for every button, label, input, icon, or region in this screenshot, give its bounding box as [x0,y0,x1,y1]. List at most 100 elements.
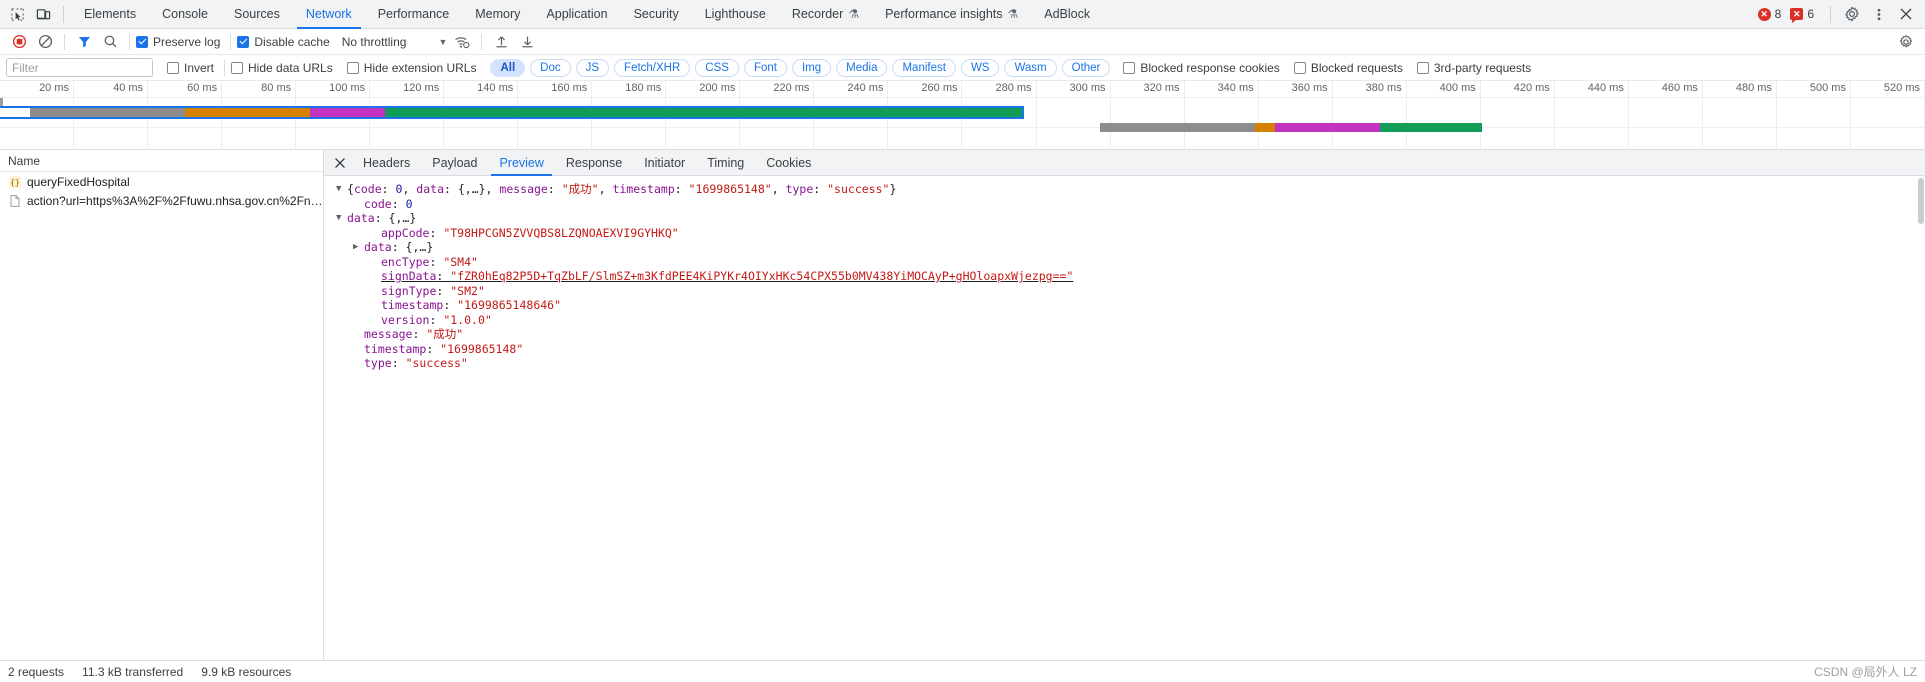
resource-filter-fetch-xhr[interactable]: Fetch/XHR [614,58,691,77]
export-har-icon[interactable] [514,30,540,54]
main-tab-performance[interactable]: Performance [365,0,463,29]
third-party-requests-checkbox[interactable]: 3rd-party requests [1416,60,1532,75]
timeline-tick: 460 ms [1629,81,1703,150]
main-tab-network[interactable]: Network [293,0,365,29]
toolbar-divider [64,33,65,50]
detail-tab-initiator[interactable]: Initiator [633,150,696,176]
json-punc: : {,…} [391,240,434,254]
resource-filter-img[interactable]: Img [791,58,832,77]
network-overview-timeline[interactable]: 20 ms 40 ms 60 ms 80 ms 100 ms 120 ms 140 ms 16… [0,81,1925,150]
record-button[interactable] [6,30,32,54]
timeline-tick-label: 220 ms [773,82,810,94]
resource-filter-media[interactable]: Media [836,58,888,77]
detail-tab-headers[interactable]: Headers [352,150,421,176]
json-disclosure-triangle[interactable] [336,182,347,197]
filter-funnel-icon[interactable] [71,30,97,54]
checkbox-box [167,61,179,74]
timeline-tick-label: 140 ms [477,82,514,94]
json-punc: , [598,182,613,196]
resource-filter-manifest[interactable]: Manifest [892,58,956,77]
main-tab-label: Application [546,6,608,21]
inspect-element-icon[interactable] [4,2,30,27]
timeline-tick: 420 ms [1481,81,1555,150]
network-conditions-icon[interactable] [449,30,475,54]
json-line-content: data: {,…} [364,240,433,255]
chevron-down-icon: ▼ [438,36,448,47]
json-line: message: "成功" [332,327,1925,342]
timeline-tick-label: 320 ms [1143,82,1180,94]
detail-tab-preview[interactable]: Preview [488,150,554,176]
request-row[interactable]: action?url=https%3A%2F%2Ffuwu.nhsa.gov.c… [0,191,323,210]
resource-filter-doc[interactable]: Doc [530,58,571,77]
network-settings-icon[interactable] [1893,30,1919,54]
import-har-icon[interactable] [488,30,514,54]
main-tab-adblock[interactable]: AdBlock [1031,0,1103,29]
blocked-response-cookies-checkbox[interactable]: Blocked response cookies [1123,61,1280,75]
timeline-tick: 320 ms [1111,81,1185,150]
main-tab-console[interactable]: Console [149,0,221,29]
json-key: code [364,196,392,211]
resource-filter-wasm[interactable]: Wasm [1004,58,1057,77]
blocked-requests-checkbox[interactable]: Blocked requests [1293,61,1403,75]
preserve-log-checkbox[interactable]: Preserve log [136,35,220,49]
main-tab-security[interactable]: Security [621,0,692,29]
json-key: version [381,312,430,327]
main-tab-sources[interactable]: Sources [221,0,293,29]
main-tab-performance-insights[interactable]: Performance insights ⚗ [872,0,1031,29]
resource-filter-ws[interactable]: WS [960,58,1000,77]
topbar-right-controls: ✕ 8 ✕ 6 [1757,2,1925,27]
detail-tab-response[interactable]: Response [555,150,633,176]
gear-icon[interactable] [1838,2,1865,27]
error-count-badge[interactable]: ✕ 8 [1757,7,1781,21]
timeline-segment [0,108,30,117]
preview-json-tree[interactable]: {code: 0, data: {,…}, message: "成功", tim… [324,176,1925,660]
main-tab-elements[interactable]: Elements [71,0,149,29]
main-tab-label: Network [305,6,352,21]
json-key: timestamp [364,341,427,356]
main-tab-lighthouse[interactable]: Lighthouse [692,0,779,29]
json-punc: : {,…} [374,211,417,225]
detail-tab-payload[interactable]: Payload [421,150,488,176]
resource-filter-css[interactable]: CSS [695,58,739,77]
main-tab-memory[interactable]: Memory [462,0,533,29]
resource-filter-other[interactable]: Other [1061,58,1111,77]
detail-tabbar: Headers Payload Preview Response Initiator Ti… [324,150,1925,176]
hide-extension-urls-checkbox[interactable]: Hide extension URLs [346,61,476,75]
main-tab-recorder[interactable]: Recorder ⚗ [779,0,872,29]
resource-filter-js[interactable]: JS [575,58,610,77]
timeline-tick: 360 ms [1259,81,1333,150]
clear-button[interactable] [32,30,58,54]
vertical-scrollbar-thumb[interactable] [1918,178,1924,224]
timeline-tick-label: 500 ms [1809,82,1846,94]
third-party-requests-label: 3rd-party requests [1433,60,1532,75]
request-row[interactable]: {} queryFixedHospital [0,172,323,191]
close-icon[interactable] [1892,2,1919,27]
resource-filter-font[interactable]: Font [743,58,787,77]
invert-checkbox[interactable]: Invert [167,61,214,75]
json-key: data [364,240,392,254]
timeline-tick-label: 520 ms [1883,82,1920,94]
hide-data-urls-checkbox[interactable]: Hide data URLs [231,61,333,75]
disable-cache-checkbox[interactable]: Disable cache [237,35,330,49]
kebab-menu-icon[interactable] [1865,2,1892,27]
json-line-content: signType: "SM2" [381,284,485,299]
json-key: data [416,182,444,196]
main-tab-application[interactable]: Application [533,0,620,29]
json-punc: : [381,182,396,196]
svg-text:{}: {} [10,178,20,187]
issue-count-badge[interactable]: ✕ 6 [1790,7,1814,23]
search-icon[interactable] [97,30,123,54]
throttling-select[interactable]: No throttling ▼ [342,35,448,49]
resource-filter-all[interactable]: All [490,58,526,77]
device-toolbar-icon[interactable] [30,2,56,27]
json-disclosure-triangle[interactable] [353,240,364,255]
timeline-segment [1274,123,1380,132]
detail-tab-cookies[interactable]: Cookies [755,150,822,176]
close-detail-icon[interactable] [328,151,352,175]
detail-tab-timing[interactable]: Timing [696,150,755,176]
column-header-name: Name [8,153,41,168]
filter-input[interactable] [6,58,153,77]
json-disclosure-triangle[interactable] [336,211,347,226]
main-tab-label: Elements [84,6,137,21]
request-list-header[interactable]: Name [0,150,323,172]
